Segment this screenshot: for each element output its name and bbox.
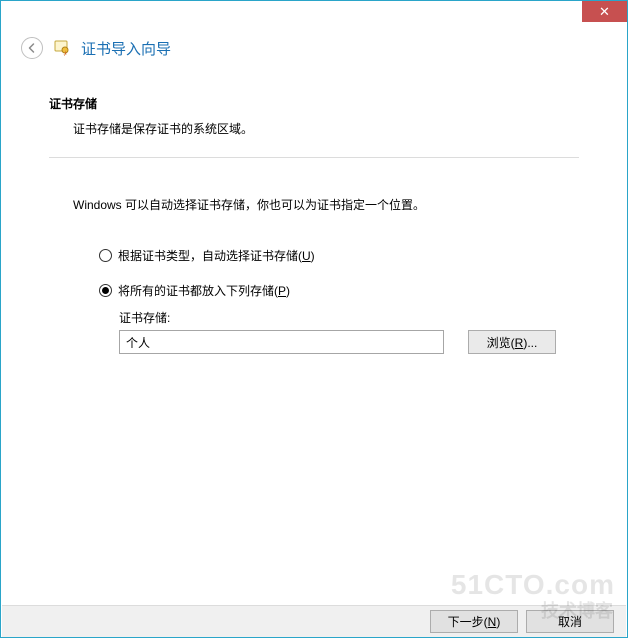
close-button[interactable]: ✕ <box>582 1 627 22</box>
instruction-text: Windows 可以自动选择证书存储，你也可以为证书指定一个位置。 <box>49 196 579 213</box>
store-block: 证书存储: 浏览(R)... <box>49 309 579 354</box>
wizard-title: 证书导入向导 <box>81 38 171 59</box>
divider <box>49 157 579 158</box>
titlebar: ✕ <box>1 1 627 31</box>
browse-button[interactable]: 浏览(R)... <box>468 330 556 354</box>
back-button[interactable] <box>21 37 43 59</box>
section-description: 证书存储是保存证书的系统区域。 <box>49 120 579 137</box>
content-area: 证书存储 证书存储是保存证书的系统区域。 Windows 可以自动选择证书存储，… <box>1 73 627 354</box>
wizard-window: ✕ 证书导入向导 证书存储 证书存储是保存证书的系统区域。 Windows 可以… <box>0 0 628 638</box>
back-arrow-icon <box>26 42 38 54</box>
header-row: 证书导入向导 <box>1 31 627 73</box>
radio-auto-label: 根据证书类型，自动选择证书存储(U) <box>118 247 315 264</box>
radio-group: 根据证书类型，自动选择证书存储(U) 将所有的证书都放入下列存储(P) <box>49 247 579 299</box>
close-icon: ✕ <box>599 4 610 20</box>
radio-place-label: 将所有的证书都放入下列存储(P) <box>118 282 290 299</box>
radio-place-all[interactable]: 将所有的证书都放入下列存储(P) <box>99 282 579 299</box>
store-label: 证书存储: <box>119 309 579 326</box>
certificate-store-input[interactable] <box>119 330 444 354</box>
radio-auto-select[interactable]: 根据证书类型，自动选择证书存储(U) <box>99 247 579 264</box>
store-row: 浏览(R)... <box>119 330 579 354</box>
cancel-button[interactable]: 取消 <box>526 610 614 633</box>
radio-icon <box>99 249 112 262</box>
footer: 下一步(N) 取消 <box>2 605 626 637</box>
section-heading: 证书存储 <box>49 95 579 112</box>
radio-icon <box>99 284 112 297</box>
certificate-icon <box>53 39 71 57</box>
next-button[interactable]: 下一步(N) <box>430 610 518 633</box>
radio-selected-icon <box>102 287 109 294</box>
watermark-logo: 51CTO.com <box>451 569 615 601</box>
